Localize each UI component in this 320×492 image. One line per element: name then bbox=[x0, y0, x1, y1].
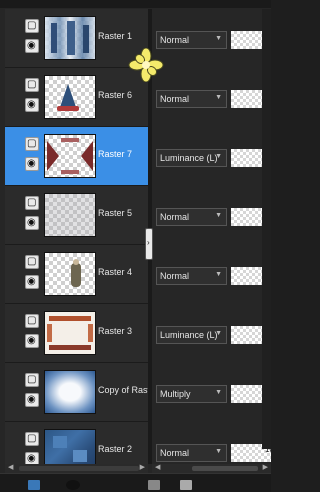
layer-row-raster-4[interactable]: ▢ ◉ Raster 4 bbox=[5, 245, 148, 304]
layer-properties-row: Normal ▼ 10 bbox=[152, 186, 271, 244]
layer-thumbnail bbox=[44, 134, 96, 178]
layer-thumbnail bbox=[44, 193, 96, 237]
delete-layer-icon[interactable] bbox=[180, 480, 192, 490]
panel-top-frame bbox=[0, 0, 271, 8]
blend-mode-value: Normal bbox=[160, 448, 190, 458]
scroll-left-icon[interactable]: ◀ bbox=[155, 463, 160, 471]
chevron-down-icon: ▼ bbox=[215, 94, 222, 101]
scrollbar-thumb[interactable] bbox=[19, 466, 139, 471]
eye-icon[interactable]: ◉ bbox=[25, 216, 39, 230]
layer-properties-row: Normal ▼ 10 bbox=[152, 9, 271, 67]
layer-name[interactable]: Raster 5 bbox=[98, 208, 148, 218]
horizontal-scrollbar-left[interactable]: ◀ ▶ bbox=[5, 464, 148, 473]
blend-mode-value: Normal bbox=[160, 35, 190, 45]
layer-thumbnail bbox=[44, 16, 96, 60]
layer-lock-icon[interactable]: ▢ bbox=[25, 432, 39, 446]
layer-name[interactable]: Raster 7 bbox=[98, 149, 148, 159]
layer-lock-icon[interactable]: ▢ bbox=[25, 255, 39, 269]
layer-row-raster-5[interactable]: ▢ ◉ Raster 5 bbox=[5, 186, 148, 245]
blend-mode-select[interactable]: Multiply ▼ bbox=[156, 385, 227, 403]
layer-thumbnail bbox=[44, 370, 96, 414]
mask-icon[interactable] bbox=[66, 480, 80, 490]
scroll-right-icon[interactable]: ▶ bbox=[263, 463, 268, 471]
blend-mode-value: Luminance (L) bbox=[160, 330, 218, 340]
layer-thumbnail bbox=[44, 75, 96, 119]
layer-name[interactable]: Raster 2 bbox=[98, 444, 148, 454]
busy-cursor-icon bbox=[128, 48, 164, 82]
group-icon[interactable] bbox=[148, 480, 160, 490]
layer-properties-row: Multiply ▼ 10 bbox=[152, 363, 271, 421]
new-layer-icon[interactable] bbox=[28, 480, 40, 490]
layer-name[interactable]: Raster 4 bbox=[98, 267, 148, 277]
chevron-down-icon: ▼ bbox=[215, 389, 222, 396]
layer-lock-icon[interactable]: ▢ bbox=[25, 78, 39, 92]
chevron-down-icon: ▼ bbox=[215, 271, 222, 278]
layer-properties-row: Normal ▼ 10 bbox=[152, 245, 271, 303]
blend-mode-select[interactable]: Normal ▼ bbox=[156, 31, 227, 49]
horizontal-scrollbar-right[interactable]: ◀ ▶ bbox=[152, 464, 271, 473]
blend-mode-select[interactable]: Luminance (L) ▼ bbox=[156, 149, 227, 167]
layer-lock-icon[interactable]: ▢ bbox=[25, 137, 39, 151]
layer-lock-icon[interactable]: ▢ bbox=[25, 196, 39, 210]
scroll-right-icon[interactable]: ▶ bbox=[140, 463, 145, 471]
blend-mode-select[interactable]: Normal ▼ bbox=[156, 444, 227, 462]
layer-properties-row: Normal ▼ 10 bbox=[152, 68, 271, 126]
eye-icon[interactable]: ◉ bbox=[25, 275, 39, 289]
scroll-left-icon[interactable]: ◀ bbox=[8, 463, 13, 471]
blend-mode-value: Normal bbox=[160, 271, 190, 281]
blend-mode-select[interactable]: Normal ▼ bbox=[156, 208, 227, 226]
layer-row-raster-7[interactable]: ▢ ◉ Raster 7 bbox=[5, 127, 148, 186]
blend-mode-select[interactable]: Normal ▼ bbox=[156, 90, 227, 108]
chevron-down-icon: ▼ bbox=[215, 330, 222, 337]
layer-thumbnail bbox=[44, 311, 96, 355]
layer-lock-icon[interactable]: ▢ bbox=[25, 19, 39, 33]
blend-mode-select[interactable]: Luminance (L) ▼ bbox=[156, 326, 227, 344]
blend-mode-value: Normal bbox=[160, 94, 190, 104]
blend-mode-value: Luminance (L) bbox=[160, 153, 218, 163]
eye-icon[interactable]: ◉ bbox=[25, 334, 39, 348]
vertical-scrollbar[interactable] bbox=[262, 9, 271, 449]
blend-mode-value: Multiply bbox=[160, 389, 191, 399]
layer-properties: Normal ▼ 10 Normal ▼ 10 Luminance (L) ▼ … bbox=[152, 9, 271, 464]
layer-thumbnail bbox=[44, 252, 96, 296]
blend-mode-select[interactable]: Normal ▼ bbox=[156, 267, 227, 285]
layer-name[interactable]: Copy of Rast bbox=[98, 385, 148, 395]
layer-name[interactable]: Raster 6 bbox=[98, 90, 148, 100]
layer-lock-icon[interactable]: ▢ bbox=[25, 373, 39, 387]
eye-icon[interactable]: ◉ bbox=[25, 157, 39, 171]
blend-mode-value: Normal bbox=[160, 212, 190, 222]
eye-icon[interactable]: ◉ bbox=[25, 393, 39, 407]
layer-properties-row: Luminance (L) ▼ 10 bbox=[152, 304, 271, 362]
layer-name[interactable]: Raster 1 bbox=[98, 31, 148, 41]
eye-icon[interactable]: ◉ bbox=[25, 39, 39, 53]
chevron-down-icon: ▼ bbox=[215, 448, 222, 455]
chevron-down-icon: ▼ bbox=[215, 153, 222, 160]
chevron-down-icon: ▼ bbox=[215, 212, 222, 219]
layer-lock-icon[interactable]: ▢ bbox=[25, 314, 39, 328]
scrollbar-thumb[interactable] bbox=[192, 466, 258, 471]
layer-row-raster-3[interactable]: ▢ ◉ Raster 3 bbox=[5, 304, 148, 363]
chevron-down-icon: ▼ bbox=[215, 35, 222, 42]
layer-properties-row: Luminance (L) ▼ 10 bbox=[152, 127, 271, 185]
panel-toolbar bbox=[0, 473, 271, 492]
eye-icon[interactable]: ◉ bbox=[25, 98, 39, 112]
layer-name[interactable]: Raster 3 bbox=[98, 326, 148, 336]
layers-panel: ▢ ◉ Raster 1 ▢ ◉ Raster 6 ▢ ◉ Raster 7 ▢… bbox=[0, 0, 271, 492]
layer-row-copy-of-raster[interactable]: ▢ ◉ Copy of Rast bbox=[5, 363, 148, 422]
